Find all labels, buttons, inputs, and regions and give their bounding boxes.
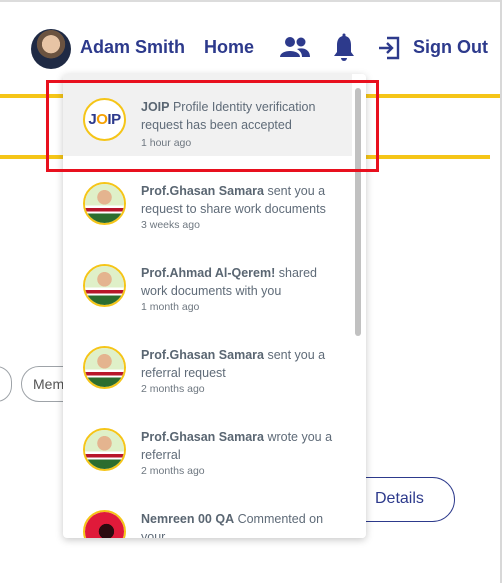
notification-text: Prof.Ahmad Al-Qerem! shared work documen… xyxy=(141,264,346,300)
sender-avatar xyxy=(83,428,126,471)
sender-avatar xyxy=(83,264,126,307)
notification-item[interactable]: Nemreen 00 QA Commented on your xyxy=(63,486,352,538)
sign-out-icon[interactable] xyxy=(377,36,401,60)
notification-time: 2 months ago xyxy=(141,383,205,395)
red-logo xyxy=(85,512,124,538)
user-avatar[interactable] xyxy=(31,29,71,69)
person-photo xyxy=(85,348,124,387)
notification-item[interactable]: Prof.Ghasan Samara wrote you a referral … xyxy=(63,404,352,486)
notification-text: Prof.Ghasan Samara sent you a request to… xyxy=(141,182,346,218)
person-photo xyxy=(85,430,124,469)
sender-avatar xyxy=(83,510,126,538)
notification-item[interactable]: Prof.Ghasan Samara sent you a referral r… xyxy=(63,322,352,404)
sender-avatar xyxy=(83,182,126,225)
user-name[interactable]: Adam Smith xyxy=(80,37,185,58)
notification-text: Prof.Ghasan Samara wrote you a referral xyxy=(141,428,346,464)
person-photo xyxy=(85,184,124,223)
notification-time: 1 month ago xyxy=(141,301,200,313)
highlight-annotation xyxy=(46,80,379,172)
sender-avatar xyxy=(83,346,126,389)
notification-item[interactable]: Prof.Ahmad Al-Qerem! shared work documen… xyxy=(63,240,352,322)
notification-text: Prof.Ghasan Samara sent you a referral r… xyxy=(141,346,346,382)
nav-home-link[interactable]: Home xyxy=(204,37,254,58)
notification-sender: Prof.Ghasan Samara xyxy=(141,348,264,362)
notification-sender: Prof.Ghasan Samara xyxy=(141,430,264,444)
person-photo xyxy=(85,266,124,305)
notification-sender: Prof.Ahmad Al-Qerem! xyxy=(141,266,276,280)
notification-sender: Prof.Ghasan Samara xyxy=(141,184,264,198)
notification-sender: Nemreen 00 QA xyxy=(141,512,235,526)
notification-text: Nemreen 00 QA Commented on your xyxy=(141,510,346,538)
notification-time: 3 weeks ago xyxy=(141,219,200,231)
sign-out-link[interactable]: Sign Out xyxy=(413,37,488,58)
notification-time: 2 months ago xyxy=(141,465,205,477)
bell-icon[interactable] xyxy=(332,33,356,63)
people-icon[interactable] xyxy=(280,36,310,58)
